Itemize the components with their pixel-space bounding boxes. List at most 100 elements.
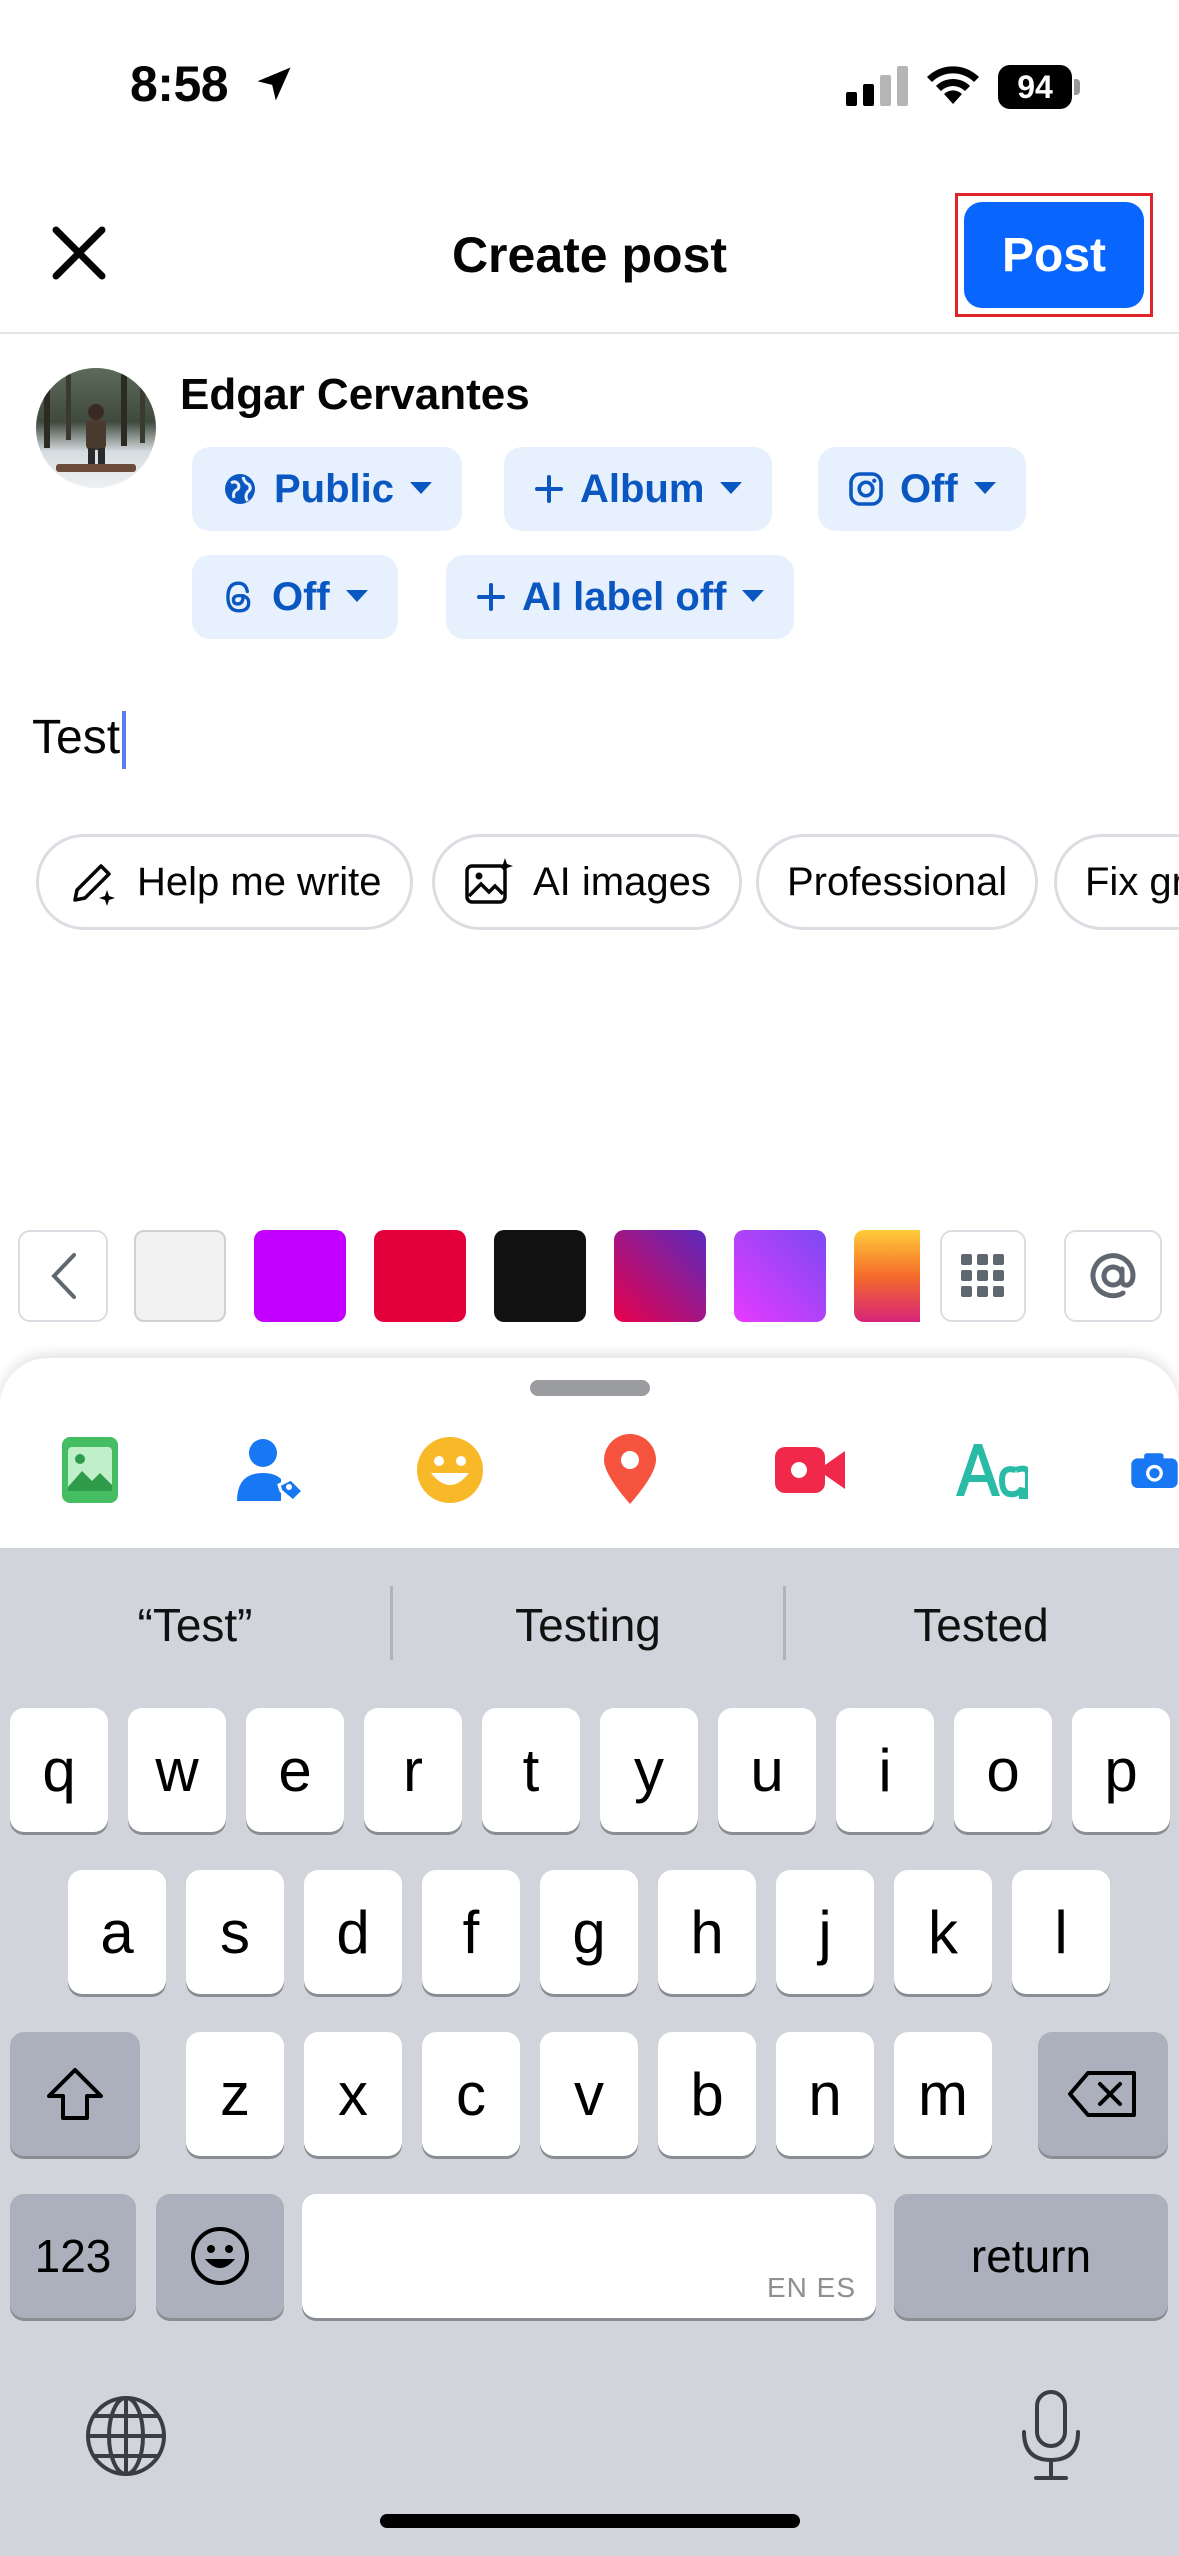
key-d[interactable]: d	[304, 1870, 402, 1994]
background-swatch-sunset-gradient[interactable]	[854, 1230, 920, 1322]
instagram-share-chip[interactable]: Off	[818, 447, 1026, 531]
more-backgrounds-button[interactable]	[940, 1230, 1026, 1322]
threads-share-label: Off	[272, 574, 330, 619]
key-i[interactable]: i	[836, 1708, 934, 1832]
ai-images-label: AI images	[533, 859, 711, 904]
grid-icon	[961, 1254, 1004, 1297]
professional-label: Professional	[787, 859, 1008, 904]
feeling-icon	[417, 1437, 483, 1503]
emoji-key[interactable]	[156, 2194, 284, 2318]
numbers-key[interactable]: 123	[10, 2194, 136, 2318]
help-me-write-label: Help me write	[137, 859, 382, 904]
status-time: 8:58	[130, 56, 229, 112]
backspace-key[interactable]	[1038, 2032, 1168, 2156]
microphone-icon[interactable]	[1018, 2388, 1084, 2482]
key-v[interactable]: v	[540, 2032, 638, 2156]
at-mention-icon	[1090, 1253, 1136, 1299]
feeling-activity-button[interactable]	[410, 1430, 490, 1510]
key-y[interactable]: y	[600, 1708, 698, 1832]
key-q[interactable]: q	[10, 1708, 108, 1832]
image-sparkle-icon	[465, 858, 513, 904]
key-g[interactable]: g	[540, 1870, 638, 1994]
key-l[interactable]: l	[1012, 1870, 1110, 1994]
key-r[interactable]: r	[364, 1708, 462, 1832]
suggestion-quoted[interactable]: “Test”	[0, 1590, 390, 1660]
background-swatch-black[interactable]	[494, 1230, 586, 1322]
background-swatch-red-blue-gradient[interactable]	[614, 1230, 706, 1322]
shift-key[interactable]	[10, 2032, 140, 2156]
key-a[interactable]: a	[68, 1870, 166, 1994]
battery-level: 94	[998, 65, 1072, 109]
key-s[interactable]: s	[186, 1870, 284, 1994]
key-z[interactable]: z	[186, 2032, 284, 2156]
audience-public-chip[interactable]: Public	[192, 447, 463, 531]
key-c[interactable]: c	[422, 2032, 520, 2156]
check-in-button[interactable]	[590, 1430, 670, 1510]
post-button[interactable]: Post	[964, 202, 1144, 308]
mention-button[interactable]	[1064, 1230, 1162, 1322]
key-j[interactable]: j	[776, 1870, 874, 1994]
post-text-value: Test	[32, 711, 121, 764]
key-x[interactable]: x	[304, 2032, 402, 2156]
photo-icon	[62, 1437, 118, 1503]
colors-back-button[interactable]	[18, 1230, 108, 1322]
key-t[interactable]: t	[482, 1708, 580, 1832]
return-key[interactable]: return	[894, 2194, 1168, 2318]
background-swatch-purple-pink-gradient[interactable]	[734, 1230, 826, 1322]
live-video-button[interactable]	[770, 1430, 850, 1510]
key-f[interactable]: f	[422, 1870, 520, 1994]
space-key[interactable]: EN ES	[302, 2194, 876, 2318]
suggestion-testing[interactable]: Testing	[393, 1590, 783, 1660]
key-o[interactable]: o	[954, 1708, 1052, 1832]
camera-icon	[1131, 1453, 1178, 1489]
plus-icon	[535, 475, 563, 503]
chevron-left-icon	[51, 1253, 76, 1299]
caret-down-icon	[742, 590, 765, 602]
emoji-icon	[191, 2227, 249, 2285]
battery-indicator: 94	[998, 65, 1080, 109]
plus-icon	[477, 583, 505, 611]
photo-video-button[interactable]	[50, 1430, 130, 1510]
suggestion-tested[interactable]: Tested	[786, 1590, 1176, 1660]
caret-down-icon	[720, 482, 743, 494]
key-k[interactable]: k	[894, 1870, 992, 1994]
wifi-icon	[927, 66, 979, 104]
key-b[interactable]: b	[658, 2032, 756, 2156]
professional-chip[interactable]: Professional	[756, 834, 1039, 930]
post-text-input[interactable]: Test	[32, 710, 127, 770]
key-w[interactable]: w	[128, 1708, 226, 1832]
fix-grammar-chip[interactable]: Fix gr	[1054, 834, 1179, 930]
backspace-icon	[1068, 2071, 1136, 2117]
user-name: Edgar Cervantes	[180, 370, 530, 419]
sheet-handle[interactable]	[530, 1380, 650, 1396]
globe-keyboard-icon[interactable]	[84, 2394, 168, 2478]
ai-label-text: AI label off	[522, 574, 727, 619]
instagram-share-label: Off	[900, 466, 958, 511]
check-in-icon	[604, 1434, 656, 1504]
key-m[interactable]: m	[894, 2032, 992, 2156]
tag-people-icon	[237, 1439, 305, 1504]
key-u[interactable]: u	[718, 1708, 816, 1832]
camera-button[interactable]	[1130, 1430, 1179, 1510]
home-indicator	[380, 2514, 800, 2528]
background-swatch-purple[interactable]	[254, 1230, 346, 1322]
help-me-write-chip[interactable]: Help me write	[36, 834, 413, 930]
fix-grammar-label: Fix gr	[1085, 859, 1179, 904]
caret-down-icon	[410, 482, 433, 494]
header-divider	[0, 332, 1179, 334]
live-video-icon	[775, 1447, 845, 1493]
threads-icon	[226, 581, 251, 613]
threads-share-chip[interactable]: Off	[192, 555, 398, 639]
key-p[interactable]: p	[1072, 1708, 1170, 1832]
ai-label-chip[interactable]: AI label off	[446, 555, 795, 639]
key-h[interactable]: h	[658, 1870, 756, 1994]
tag-people-button[interactable]	[230, 1430, 310, 1510]
key-e[interactable]: e	[246, 1708, 344, 1832]
ai-images-chip[interactable]: AI images	[432, 834, 742, 930]
background-swatch-white[interactable]	[134, 1230, 226, 1322]
text-cursor	[122, 711, 127, 770]
background-swatch-red[interactable]	[374, 1230, 466, 1322]
album-chip[interactable]: Album	[504, 447, 773, 531]
text-style-button[interactable]	[950, 1430, 1030, 1510]
key-n[interactable]: n	[776, 2032, 874, 2156]
